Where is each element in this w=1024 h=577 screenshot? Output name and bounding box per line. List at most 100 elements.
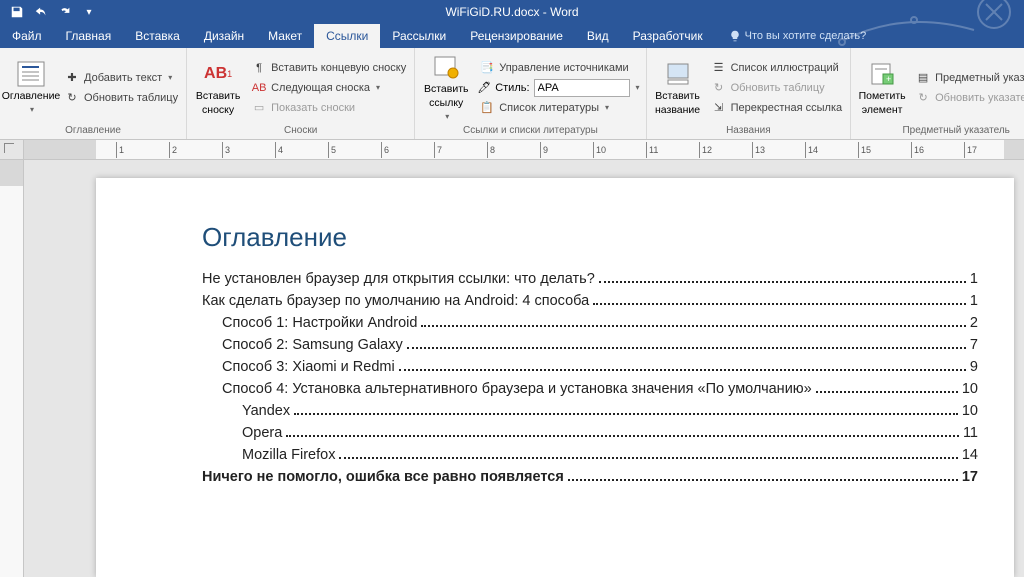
toc-text: Yandex bbox=[242, 403, 290, 419]
toc-page: 10 bbox=[962, 403, 978, 419]
tab-разработчик[interactable]: Разработчик bbox=[621, 24, 715, 48]
toc-text: Способ 4: Установка альтернативного брау… bbox=[222, 381, 812, 397]
vertical-ruler[interactable] bbox=[0, 160, 24, 577]
tab-рассылки[interactable]: Рассылки bbox=[380, 24, 458, 48]
toc-text: Способ 1: Настройки Android bbox=[222, 315, 417, 331]
tab-макет[interactable]: Макет bbox=[256, 24, 314, 48]
save-button[interactable] bbox=[6, 1, 28, 23]
quick-access-toolbar: ▾ bbox=[0, 1, 100, 23]
footnote-icon: AB1 bbox=[202, 60, 234, 88]
toc-entry[interactable]: Yandex 10 bbox=[202, 403, 978, 419]
toc-entry[interactable]: Способ 3: Xiaomi и Redmi9 bbox=[202, 359, 978, 375]
page-area[interactable]: Оглавление Не установлен браузер для отк… bbox=[24, 160, 1024, 577]
mark-entry-icon: + bbox=[866, 60, 898, 88]
citation-style-row: 🖊 Стиль: ▾ bbox=[477, 79, 639, 97]
toc-page: 1 bbox=[970, 271, 978, 287]
toc-body: Не установлен браузер для открытия ссылк… bbox=[202, 271, 978, 485]
toc-leader bbox=[599, 281, 966, 283]
ribbon: Оглавление▾ ✚Добавить текст▾ ↻Обновить т… bbox=[0, 48, 1024, 140]
toc-leader bbox=[421, 325, 965, 327]
lightbulb-icon bbox=[729, 30, 741, 42]
toc-leader bbox=[407, 347, 966, 349]
toc-text: Не установлен браузер для открытия ссылк… bbox=[202, 271, 595, 287]
toc-leader bbox=[339, 457, 957, 459]
style-icon: 🖊 bbox=[477, 81, 491, 94]
chevron-down-icon: ▾ bbox=[28, 104, 34, 116]
toc-entry[interactable]: Ничего не помогло, ошибка все равно появ… bbox=[202, 469, 978, 485]
toc-page: 17 bbox=[962, 469, 978, 485]
insert-caption-button[interactable]: Вставить название bbox=[653, 52, 703, 123]
toc-text: Как сделать браузер по умолчанию на Andr… bbox=[202, 293, 589, 309]
horizontal-ruler[interactable]: 1234567891011121314151617 bbox=[0, 140, 1024, 160]
qat-customize-button[interactable]: ▾ bbox=[78, 1, 100, 23]
group-captions: Вставить название ☰Список иллюстраций ↻О… bbox=[647, 48, 852, 139]
tab-ссылки[interactable]: Ссылки bbox=[314, 24, 380, 48]
bibliography-icon: 📋 bbox=[479, 100, 495, 116]
figures-list-button[interactable]: ☰Список иллюстраций bbox=[709, 59, 845, 77]
workspace: Оглавление Не установлен браузер для отк… bbox=[0, 160, 1024, 577]
toc-icon bbox=[15, 60, 47, 88]
citation-style-select[interactable] bbox=[534, 79, 630, 97]
toc-entry[interactable]: Способ 2: Samsung Galaxy7 bbox=[202, 337, 978, 353]
insert-endnote-button[interactable]: ¶Вставить концевую сноску bbox=[249, 59, 408, 77]
list-icon: ☰ bbox=[711, 60, 727, 76]
chevron-down-icon[interactable]: ▾ bbox=[634, 83, 640, 92]
toc-entry[interactable]: Как сделать браузер по умолчанию на Andr… bbox=[202, 293, 978, 309]
group-footnotes: AB1 Вставить сноску ¶Вставить концевую с… bbox=[187, 48, 415, 139]
toc-entry[interactable]: Способ 1: Настройки Android2 bbox=[202, 315, 978, 331]
toc-leader bbox=[568, 479, 958, 481]
bibliography-button[interactable]: 📋Список литературы▾ bbox=[477, 99, 639, 117]
toc-page: 9 bbox=[970, 359, 978, 375]
refresh-icon: ↻ bbox=[915, 90, 931, 106]
add-text-button[interactable]: ✚Добавить текст▾ bbox=[62, 69, 180, 87]
toc-leader bbox=[286, 435, 959, 437]
tab-рецензирование[interactable]: Рецензирование bbox=[458, 24, 575, 48]
mark-entry-button[interactable]: + Пометить элемент bbox=[857, 52, 907, 123]
tab-главная[interactable]: Главная bbox=[54, 24, 124, 48]
undo-button[interactable] bbox=[30, 1, 52, 23]
group-toc: Оглавление▾ ✚Добавить текст▾ ↻Обновить т… bbox=[0, 48, 187, 139]
refresh-icon: ↻ bbox=[711, 80, 727, 96]
tab-вид[interactable]: Вид bbox=[575, 24, 621, 48]
cross-reference-button[interactable]: ⇲Перекрестная ссылка bbox=[709, 99, 845, 117]
show-icon: ▭ bbox=[251, 100, 267, 116]
caption-icon bbox=[662, 60, 694, 88]
toc-page: 14 bbox=[962, 447, 978, 463]
insert-footnote-button[interactable]: AB1 Вставить сноску bbox=[193, 52, 243, 123]
toc-button[interactable]: Оглавление▾ bbox=[6, 52, 56, 123]
index-icon: ▤ bbox=[915, 70, 931, 86]
next-footnote-button[interactable]: ABСледующая сноска▾ bbox=[249, 79, 408, 97]
redo-button[interactable] bbox=[54, 1, 76, 23]
document-title: WiFiGiD.RU.docx - Word bbox=[445, 5, 578, 19]
title-bar: ▾ WiFiGiD.RU.docx - Word bbox=[0, 0, 1024, 24]
toc-text: Mozilla Firefox bbox=[242, 447, 335, 463]
tab-дизайн[interactable]: Дизайн bbox=[192, 24, 256, 48]
index-button[interactable]: ▤Предметный указатель bbox=[913, 69, 1024, 87]
tab-file[interactable]: Файл bbox=[0, 24, 54, 48]
toc-page: 7 bbox=[970, 337, 978, 353]
cross-ref-icon: ⇲ bbox=[711, 100, 727, 116]
toc-page: 1 bbox=[970, 293, 978, 309]
show-footnotes-button[interactable]: ▭Показать сноски bbox=[249, 99, 408, 117]
endnote-icon: ¶ bbox=[251, 60, 267, 76]
tab-вставка[interactable]: Вставка bbox=[123, 24, 192, 48]
toc-page: 10 bbox=[962, 381, 978, 397]
update-figures-button[interactable]: ↻Обновить таблицу bbox=[709, 79, 845, 97]
update-index-button[interactable]: ↻Обновить указатель bbox=[913, 89, 1024, 107]
toc-text: Opera bbox=[242, 425, 282, 441]
toc-leader bbox=[399, 369, 966, 371]
sources-icon: 📑 bbox=[479, 60, 495, 76]
update-toc-button[interactable]: ↻Обновить таблицу bbox=[62, 89, 180, 107]
group-index: + Пометить элемент ▤Предметный указатель… bbox=[851, 48, 1024, 139]
ruler-corner-icon bbox=[4, 143, 14, 153]
toc-entry[interactable]: Способ 4: Установка альтернативного брау… bbox=[202, 381, 978, 397]
toc-entry[interactable]: Opera11 bbox=[202, 425, 978, 441]
toc-entry[interactable]: Не установлен браузер для открытия ссылк… bbox=[202, 271, 978, 287]
insert-citation-button[interactable]: Вставить ссылку▾ bbox=[421, 52, 471, 123]
manage-sources-button[interactable]: 📑Управление источниками bbox=[477, 59, 639, 77]
next-footnote-icon: AB bbox=[251, 80, 267, 96]
decoration-icon bbox=[824, 0, 1024, 48]
toc-leader bbox=[593, 303, 966, 305]
toc-entry[interactable]: Mozilla Firefox 14 bbox=[202, 447, 978, 463]
svg-text:+: + bbox=[886, 74, 891, 84]
